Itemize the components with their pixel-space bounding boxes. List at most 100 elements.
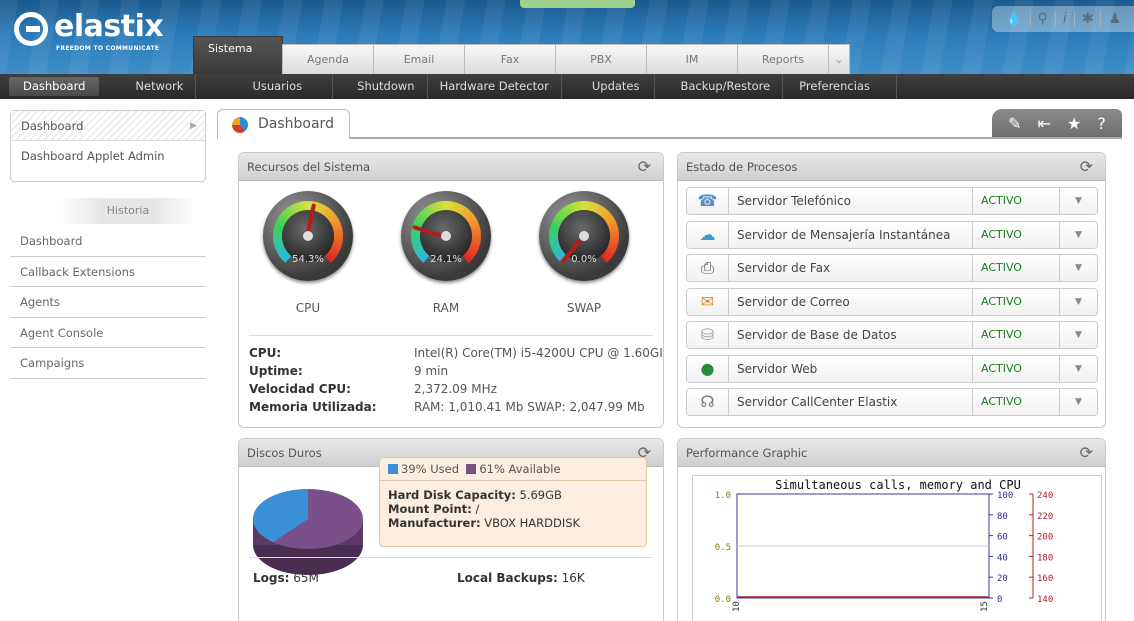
tab-reports[interactable]: Reports: [737, 44, 829, 74]
history-item-agents[interactable]: Agents: [10, 287, 206, 318]
chevron-down-icon[interactable]: ▼: [1059, 322, 1097, 348]
disk-capacity: Hard Disk Capacity: 5.69GB: [388, 488, 562, 502]
chevron-down-icon[interactable]: ▼: [1059, 255, 1097, 281]
y-right-tick-label: 160: [1037, 574, 1053, 584]
refresh-icon[interactable]: ⟳: [638, 153, 651, 181]
help-icon[interactable]: ?: [1097, 114, 1106, 133]
subnav-shutdown[interactable]: Shutdown: [333, 74, 428, 99]
subnav-preferencias[interactable]: Preferencias: [783, 74, 897, 99]
x-tick-label: 15: [980, 601, 990, 612]
top-tools: 💧 ⚲ i ✱ ♟: [992, 6, 1134, 32]
chevron-down-icon[interactable]: ▼: [1059, 355, 1097, 382]
subnav-dashboard[interactable]: Dashboard: [9, 77, 100, 96]
gauge-value: 54.3%: [292, 254, 324, 265]
tab-email[interactable]: Email: [373, 44, 465, 74]
panel-title: Discos Duros: [247, 446, 322, 460]
hard-disks-panel: Discos Duros ⟳ 39% Used 61% Available Ha…: [238, 438, 664, 621]
tools-icon[interactable]: ✱: [1075, 11, 1102, 27]
sidebar-item-dashboard[interactable]: Dashboard ▶: [11, 111, 205, 141]
chevron-down-icon[interactable]: ▼: [1059, 188, 1097, 214]
collapse-icon[interactable]: ⇤: [1038, 114, 1051, 133]
phone-icon: ☎: [687, 188, 729, 214]
history-item-dashboard[interactable]: Dashboard: [10, 226, 206, 257]
info-memory: Memoria Utilizada: RAM: 1,010.41 Mb SWAP:…: [249, 400, 645, 414]
subnav-network[interactable]: Network: [107, 74, 197, 99]
info-cpu-speed: Velocidad CPU: 2,372.09 MHz: [249, 382, 497, 396]
subnav-updates[interactable]: Updates: [562, 74, 655, 99]
ram-gauge: 24.1%: [401, 191, 491, 281]
edit-icon[interactable]: ✎: [1008, 114, 1021, 133]
process-name: Servidor de Base de Datos: [737, 328, 897, 342]
sidebar-item-label: Dashboard Applet Admin: [21, 149, 165, 163]
y-mid-tick-label: 100: [997, 491, 1013, 501]
dashboard-tab[interactable]: Dashboard: [217, 109, 350, 139]
y-mid-tick-label: 40: [997, 553, 1008, 563]
logo-mark-icon: [14, 12, 48, 46]
gauge-value: 0.0%: [571, 254, 597, 265]
tab-fax[interactable]: Fax: [464, 44, 556, 74]
disk-mount-point: Mount Point: /: [388, 502, 480, 516]
logs-size: Logs: 65M: [253, 571, 319, 585]
search-icon[interactable]: ⚲: [1031, 11, 1056, 27]
tab-sistema[interactable]: Sistema: [193, 36, 283, 74]
process-row: ☎ Servidor Telefónico ACTIVO ▼: [686, 187, 1098, 215]
sidebar-item-label: Dashboard: [21, 119, 84, 133]
top-handle[interactable]: [520, 0, 635, 8]
globe-icon: ●: [687, 355, 729, 382]
chevron-down-icon[interactable]: ▼: [1059, 221, 1097, 248]
star-icon[interactable]: ★: [1067, 114, 1081, 133]
info-cpu: CPU: Intel(R) Core(TM) i5-4200U CPU @ 1.6…: [249, 346, 663, 360]
subnav-backup-restore[interactable]: Backup/Restore: [655, 74, 784, 99]
y-left-tick-label: 0.5: [715, 543, 731, 553]
sub-navigation: Dashboard Network Usuarios Shutdown Hard…: [0, 74, 1134, 99]
system-resources-panel: Recursos del Sistema ⟳ 54.3% CPU 24.1% R…: [238, 152, 664, 428]
info-icon[interactable]: i: [1056, 11, 1075, 27]
subnav-hardware-detector[interactable]: Hardware Detector: [428, 74, 562, 99]
tabs-more-chevron-icon[interactable]: ⌄: [828, 44, 850, 74]
main-tools: ✎ ⇤ ★ ?: [992, 109, 1122, 137]
process-name: Servidor CallCenter Elastix: [737, 395, 898, 409]
panel-header: Estado de Procesos ⟳: [678, 153, 1105, 181]
history-item-agent-console[interactable]: Agent Console: [10, 318, 206, 348]
process-name: Servidor de Fax: [737, 261, 831, 275]
mail-icon: ✉: [687, 288, 729, 315]
disk-info-box: 39% Used 61% Available Hard Disk Capacit…: [379, 457, 647, 547]
status-badge: ACTIVO: [972, 288, 1060, 315]
gauge-label: RAM: [432, 301, 460, 315]
chevron-down-icon[interactable]: ▼: [1059, 288, 1097, 315]
elastix-logo[interactable]: elastix FREEDOM TO COMMUNICATE: [14, 9, 184, 52]
sidebar-item-dashboard-applet-admin[interactable]: Dashboard Applet Admin: [11, 141, 205, 171]
y-mid-tick-label: 60: [997, 533, 1008, 543]
user-icon[interactable]: ♟: [1101, 11, 1128, 27]
process-name: Servidor Web: [737, 361, 818, 376]
tab-agenda[interactable]: Agenda: [282, 44, 374, 74]
status-badge: ACTIVO: [972, 255, 1060, 281]
logo-tagline: FREEDOM TO COMMUNICATE: [56, 45, 160, 52]
refresh-icon[interactable]: ⟳: [1080, 439, 1093, 467]
process-row: ⎙ Servidor de Fax ACTIVO ▼: [686, 254, 1098, 282]
tab-pbx[interactable]: PBX: [555, 44, 647, 74]
y-mid-tick-label: 80: [997, 512, 1008, 522]
disk-pie-chart: [252, 489, 363, 575]
logo-wordmark: elastix: [54, 9, 164, 44]
swap-gauge: 0.0%: [539, 191, 629, 281]
main-tabs: Sistema Agenda Email Fax PBX IM Reports …: [193, 36, 850, 74]
tab-im[interactable]: IM: [646, 44, 738, 74]
history-list: Dashboard Callback Extensions Agents Age…: [10, 226, 206, 379]
dashboard-icon: [232, 117, 248, 133]
cpu-gauge: 54.3%: [263, 191, 353, 281]
y-left-tick-label: 0.0: [715, 595, 731, 605]
chat-icon: ☁: [687, 221, 729, 248]
panel-title: Estado de Procesos: [686, 160, 798, 174]
y-mid-tick-label: 20: [997, 574, 1008, 584]
disk-legend: 39% Used 61% Available: [388, 462, 561, 476]
history-item-callback-extensions[interactable]: Callback Extensions: [10, 257, 206, 287]
refresh-icon[interactable]: ⟳: [1080, 153, 1093, 181]
chevron-down-icon[interactable]: ▼: [1059, 389, 1097, 415]
process-row: ✉ Servidor de Correo ACTIVO ▼: [686, 287, 1098, 316]
status-badge: ACTIVO: [972, 221, 1060, 248]
main-content: Dashboard ✎ ⇤ ★ ? Recursos del Sistema ⟳…: [217, 109, 1134, 621]
history-item-campaigns[interactable]: Campaigns: [10, 348, 206, 379]
drop-icon[interactable]: 💧: [998, 11, 1031, 27]
subnav-usuarios[interactable]: Usuarios: [196, 74, 334, 99]
